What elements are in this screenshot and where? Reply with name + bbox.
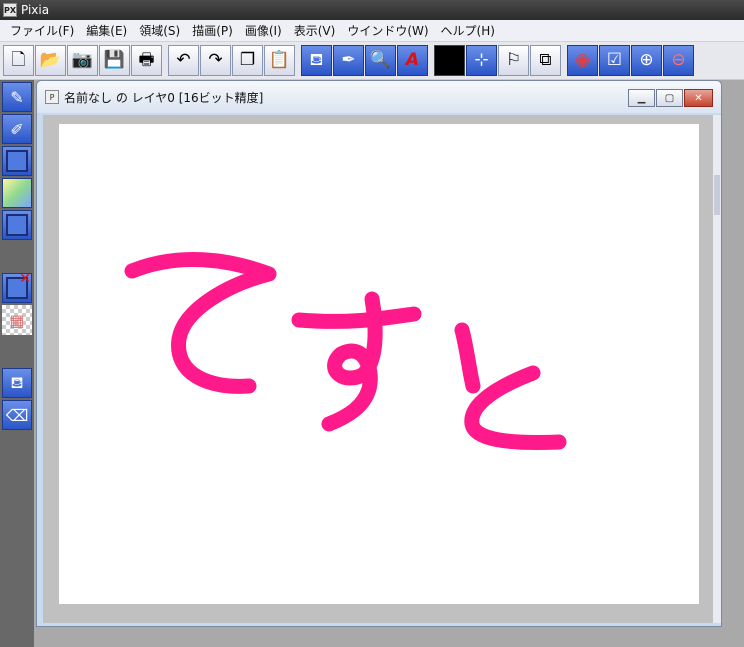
- circle-icon[interactable]: ◉: [567, 45, 598, 76]
- layer-icon[interactable]: ⧉: [530, 45, 561, 76]
- fill-bucket-icon[interactable]: ⛾: [2, 368, 32, 398]
- open-folder-icon[interactable]: 📂: [35, 45, 66, 76]
- stroke-to-vertical: [454, 322, 481, 394]
- pen-icon[interactable]: ✎: [2, 82, 32, 112]
- app-title: Pixia: [21, 3, 50, 17]
- maximize-button[interactable]: ▢: [656, 89, 683, 107]
- close-button[interactable]: ✕: [684, 89, 713, 107]
- menu-window[interactable]: ウインドウ(W): [341, 21, 434, 41]
- menu-image[interactable]: 画像(I): [239, 21, 288, 41]
- paint-bucket-icon[interactable]: ⛾: [301, 45, 332, 76]
- vertical-scrollbar[interactable]: [713, 115, 721, 623]
- scrollbar-thumb[interactable]: [714, 175, 720, 215]
- rect-select-icon[interactable]: [2, 146, 32, 176]
- transparency-icon[interactable]: ▦: [2, 305, 32, 335]
- menubar: ファイル(F) 編集(E) 領域(S) 描画(P) 画像(I) 表示(V) ウイ…: [0, 20, 744, 42]
- transform-icon[interactable]: ⚐: [498, 45, 529, 76]
- red-x-icon: ✕: [19, 271, 31, 287]
- pixia-logo-icon: PX: [3, 3, 17, 17]
- new-file-icon[interactable]: 🗋: [3, 45, 34, 76]
- rect-icon[interactable]: [2, 210, 32, 240]
- save-icon[interactable]: 💾: [99, 45, 130, 76]
- undo-icon[interactable]: ↶: [168, 45, 199, 76]
- window-controls: ▁ ▢ ✕: [627, 89, 713, 107]
- clear-layer-icon[interactable]: ✕: [2, 271, 32, 303]
- camera-icon[interactable]: 📷: [67, 45, 98, 76]
- menu-selection[interactable]: 領域(S): [133, 21, 186, 41]
- document-area: [43, 115, 713, 623]
- gradient-icon[interactable]: [2, 178, 32, 208]
- menu-help[interactable]: ヘルプ(H): [435, 21, 501, 41]
- menu-draw[interactable]: 描画(P): [186, 21, 239, 41]
- select-icon[interactable]: ⊹: [466, 45, 497, 76]
- color-swatch-icon[interactable]: [434, 45, 465, 76]
- menu-file[interactable]: ファイル(F): [4, 21, 80, 41]
- main-toolbar: 🗋 📂 📷 💾 🖶 ↶ ↷ ❐ 📋 ⛾ ✒ 🔍 A ⊹ ⚐ ⧉ ◉ ☑ ⊕ ⊖: [0, 42, 744, 80]
- drawing-canvas[interactable]: [59, 124, 699, 604]
- pen-brush-icon[interactable]: ✒: [333, 45, 364, 76]
- workspace-background: [34, 627, 744, 647]
- tool-panel: ✎ ✐ ✕ ▦ ⛾ ⌫: [0, 80, 34, 647]
- app-titlebar: PX Pixia: [0, 0, 744, 20]
- document-titlebar[interactable]: P 名前なし の レイヤ0 [16ビット精度]: [37, 81, 721, 113]
- document-window: P 名前なし の レイヤ0 [16ビット精度] ▁ ▢ ✕: [36, 80, 722, 627]
- zoom-out-icon[interactable]: ⊖: [663, 45, 694, 76]
- menu-edit[interactable]: 編集(E): [80, 21, 133, 41]
- stroke-su-horizontal: [291, 306, 422, 329]
- document-title: 名前なし の レイヤ0 [16ビット精度]: [64, 90, 264, 105]
- paste-icon[interactable]: 📋: [264, 45, 295, 76]
- checklist-icon[interactable]: ☑: [599, 45, 630, 76]
- zoom-lens-icon[interactable]: 🔍: [365, 45, 396, 76]
- menu-view[interactable]: 表示(V): [288, 21, 342, 41]
- eraser-bucket-icon[interactable]: ⌫: [2, 400, 32, 430]
- canvas-drawing: [124, 251, 567, 450]
- redo-icon[interactable]: ↷: [200, 45, 231, 76]
- copy-icon[interactable]: ❐: [232, 45, 263, 76]
- zoom-in-icon[interactable]: ⊕: [631, 45, 662, 76]
- document-icon: P: [45, 90, 59, 104]
- stroke-te: [124, 251, 277, 394]
- pen-outline-icon[interactable]: ✐: [2, 114, 32, 144]
- text-tool-icon[interactable]: A: [397, 45, 428, 76]
- print-icon[interactable]: 🖶: [131, 45, 162, 76]
- stroke-to-curve: [464, 365, 567, 450]
- minimize-button[interactable]: ▁: [628, 89, 655, 107]
